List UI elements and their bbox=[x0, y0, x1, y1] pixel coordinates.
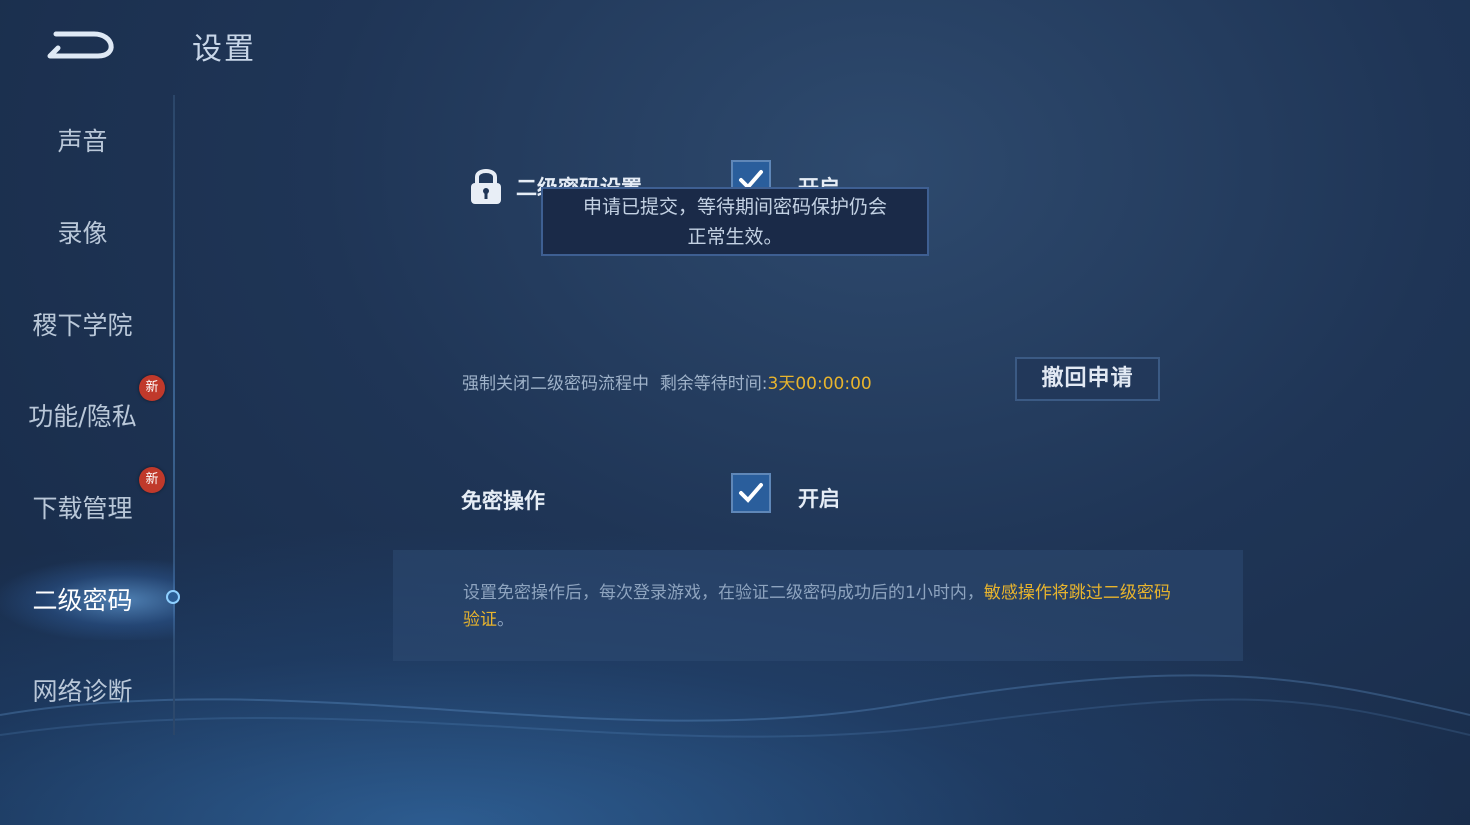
sidebar-item-replay[interactable]: 录像 bbox=[0, 214, 165, 250]
sidebar-item-label: 录像 bbox=[57, 219, 108, 248]
page-title: 设置 bbox=[192, 32, 256, 67]
new-badge: 新 bbox=[139, 375, 165, 401]
tooltip-line-2: 正常生效。 bbox=[687, 226, 783, 248]
info-text: 设置免密操作后，每次登录游戏，在验证二级密码成功后的1小时内， bbox=[463, 583, 984, 603]
remaining-time-label: 剩余等待时间: bbox=[659, 374, 768, 394]
force-close-status: 强制关闭二级密码流程中 剩余等待时间:3天00:00:00 bbox=[462, 369, 872, 394]
back-button[interactable] bbox=[44, 24, 124, 64]
back-arrow-icon bbox=[47, 31, 114, 59]
force-close-text: 强制关闭二级密码流程中 bbox=[462, 374, 649, 394]
sidebar-item-sound[interactable]: 声音 bbox=[0, 122, 165, 158]
sidebar-item-privacy[interactable]: 功能/隐私 bbox=[0, 397, 165, 433]
password-free-toggle-label: 开启 bbox=[798, 487, 840, 511]
sidebar-item-network[interactable]: 网络诊断 bbox=[0, 672, 165, 708]
sidebar-item-secondary-password[interactable]: 二级密码 bbox=[0, 581, 165, 617]
password-free-checkbox[interactable] bbox=[731, 473, 771, 513]
sidebar-item-label: 二级密码 bbox=[32, 586, 133, 615]
sidebar-item-label: 下载管理 bbox=[32, 494, 133, 523]
active-indicator-dot bbox=[166, 590, 180, 604]
background-wave-lines bbox=[0, 674, 1470, 738]
sidebar-item-downloads[interactable]: 下载管理 bbox=[0, 489, 165, 525]
lock-icon bbox=[468, 166, 504, 210]
remaining-time-value: 3天00:00:00 bbox=[767, 374, 872, 394]
password-free-info-panel: 设置免密操作后，每次登录游戏，在验证二级密码成功后的1小时内，敏感操作将跳过二级… bbox=[393, 550, 1243, 661]
sidebar-item-label: 稷下学院 bbox=[32, 311, 133, 340]
password-free-label: 免密操作 bbox=[461, 489, 545, 513]
new-badge: 新 bbox=[139, 467, 165, 493]
submitted-tooltip: 申请已提交，等待期间密码保护仍会 正常生效。 bbox=[541, 187, 929, 256]
info-text-end: 。 bbox=[497, 610, 514, 630]
checkmark-icon bbox=[739, 483, 763, 503]
sidebar-item-academy[interactable]: 稷下学院 bbox=[0, 306, 165, 342]
revoke-request-button[interactable]: 撤回申请 bbox=[1015, 357, 1160, 401]
sidebar-item-label: 功能/隐私 bbox=[28, 402, 137, 431]
tooltip-line-1: 申请已提交，等待期间密码保护仍会 bbox=[582, 196, 887, 218]
sidebar-item-label: 声音 bbox=[57, 127, 108, 156]
sidebar-item-label: 网络诊断 bbox=[32, 677, 133, 706]
